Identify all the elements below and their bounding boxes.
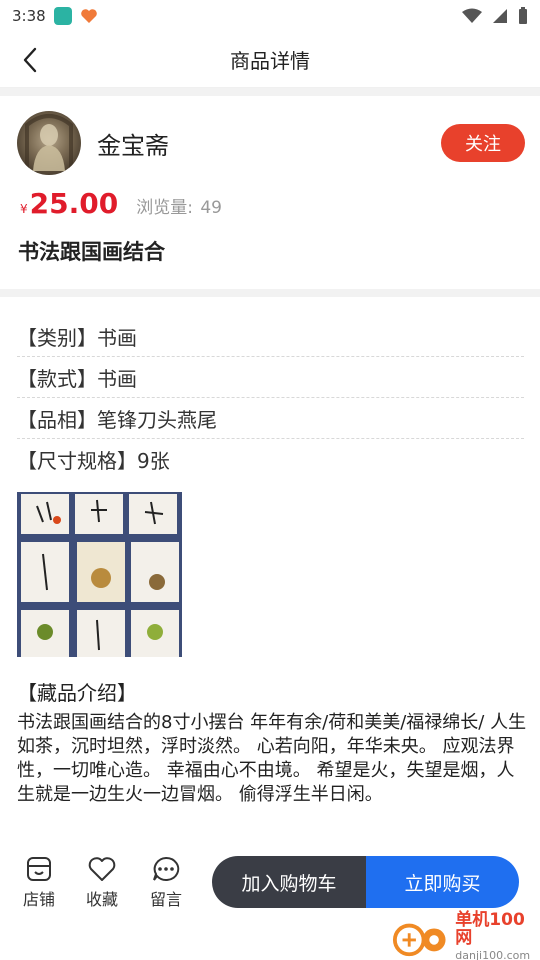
buy-now-button[interactable]: 立即购买 [366, 856, 519, 908]
back-arrow-icon [23, 47, 37, 73]
message-button[interactable]: 留言 [141, 856, 191, 910]
status-time: 3:38 [12, 7, 46, 25]
attribute-row: 【品相】笔锋刀头燕尾 [17, 398, 524, 439]
wifi-icon [462, 8, 482, 23]
store-icon [27, 857, 51, 881]
heart-notification-icon [80, 7, 98, 25]
page-title: 商品详情 [230, 49, 310, 73]
shop-avatar[interactable] [17, 111, 81, 175]
description-heading: 【藏品介绍】 [17, 681, 137, 705]
view-count: 浏览量: 49 [136, 193, 222, 218]
follow-button[interactable]: 关注 [441, 124, 525, 162]
view-count-label: 浏览量: [136, 198, 193, 218]
shop-button-label: 店铺 [22, 890, 55, 909]
shop-name[interactable]: 金宝斋 [97, 126, 169, 161]
heart-icon [88, 857, 116, 881]
back-button[interactable] [14, 44, 46, 76]
favorite-button[interactable]: 收藏 [77, 856, 127, 910]
shop-header: 金宝斋 关注 [17, 108, 525, 178]
nav-bar: 商品详情 [0, 32, 540, 88]
message-button-label: 留言 [149, 890, 182, 909]
watermark-name: 单机100网 [455, 910, 525, 948]
product-title: 书法跟国画结合 [18, 240, 165, 264]
price-currency: ¥ [20, 202, 28, 216]
chat-icon [153, 856, 180, 881]
watermark: 单机100网 danji100.com [392, 911, 538, 960]
status-bar: 3:38 [0, 0, 540, 32]
divider [0, 88, 540, 96]
shop-button[interactable]: 店铺 [14, 856, 64, 910]
description-body: 书法跟国画结合的8寸小摆台 年年有余/荷和美美/福禄绵长/ 人生如茶，沉时坦然，… [17, 712, 527, 805]
divider [0, 289, 540, 297]
signal-icon [493, 9, 507, 23]
watermark-url: danji100.com [455, 949, 531, 960]
attribute-row: 【款式】书画 [17, 357, 524, 398]
product-image[interactable] [17, 492, 182, 657]
price-row: ¥ 25.00 浏览量: 49 [20, 187, 222, 220]
add-to-cart-button[interactable]: 加入购物车 [212, 856, 366, 908]
view-count-value: 49 [200, 198, 222, 218]
attribute-row: 【尺寸规格】9张 [17, 449, 170, 473]
watermark-logo [392, 923, 446, 957]
battery-icon [519, 7, 527, 24]
app-notification-icon [53, 7, 72, 25]
attribute-row: 【类别】书画 [17, 316, 524, 357]
price-value: 25.00 [29, 187, 119, 220]
attribute-list: 【类别】书画 【款式】书画 【品相】笔锋刀头燕尾 【尺寸规格】9张 [17, 316, 524, 480]
favorite-button-label: 收藏 [85, 890, 118, 909]
bottom-action-bar: 店铺 收藏 留言 加入购物车 立即购买 [0, 852, 540, 912]
